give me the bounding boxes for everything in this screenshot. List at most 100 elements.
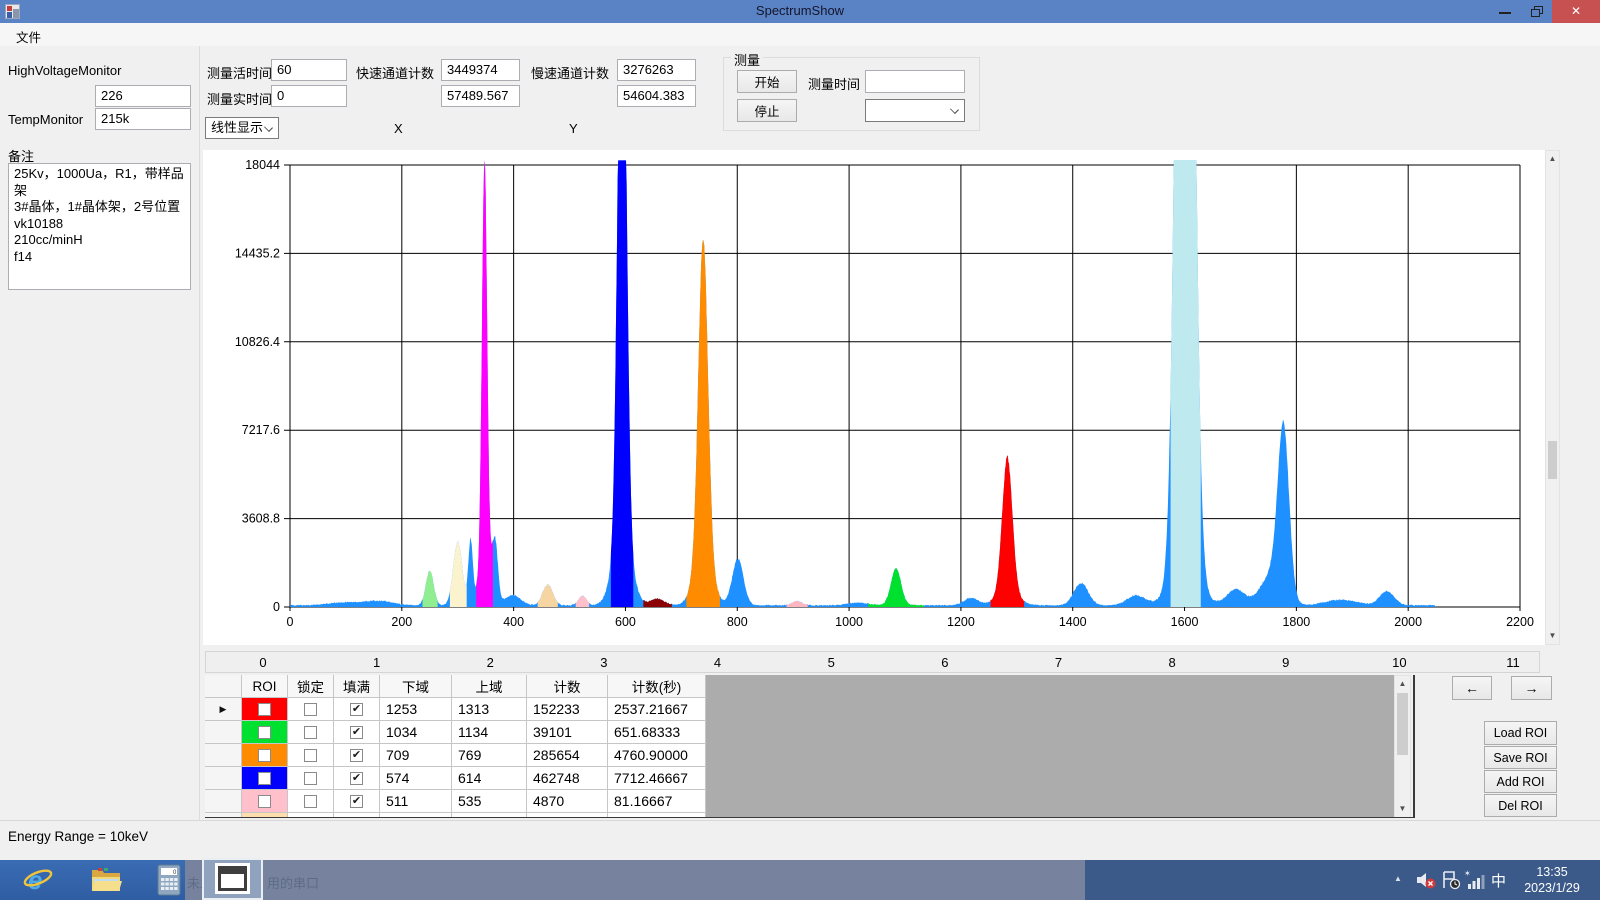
fill-cell[interactable]: ✔ [334,721,380,744]
volume-muted-icon[interactable] [1415,870,1437,890]
scrollbar-thumb[interactable] [1548,441,1557,479]
fill-checkbox[interactable]: ✔ [350,795,363,808]
lock-cell[interactable] [288,698,334,721]
action-center-flag-icon[interactable] [1440,870,1462,890]
upper-cell[interactable]: 769 [452,744,527,767]
roi-color-cell[interactable] [242,698,288,721]
fill-checkbox[interactable]: ✔ [350,749,363,762]
lower-cell[interactable]: 574 [380,767,452,790]
scroll-down-icon[interactable]: ▼ [1395,801,1410,817]
lower-cell[interactable]: 511 [380,790,452,813]
fill-cell[interactable]: ✔ [334,698,380,721]
minimize-button[interactable] [1490,0,1520,23]
live-time-field[interactable]: 60 [271,59,347,81]
lower-cell[interactable]: 709 [380,744,452,767]
upper-cell[interactable]: 1313 [452,698,527,721]
fast-channel-count-field[interactable]: 3449374 [441,59,520,81]
fill-cell[interactable]: ✔ [334,767,380,790]
row-selector[interactable] [205,790,242,813]
roi-color-cell[interactable] [242,767,288,790]
close-button[interactable]: ✕ [1552,0,1600,23]
row-selector[interactable] [205,744,242,767]
fill-cell[interactable]: ✔ [334,790,380,813]
scroll-up-icon[interactable]: ▲ [1395,676,1410,692]
table-row[interactable]: ▶ ✔ 125313131522332537.21667 [205,698,1394,721]
lock-cell[interactable] [288,790,334,813]
counts-cell[interactable]: 39101 [527,721,608,744]
lock-checkbox[interactable] [304,726,317,739]
hv-monitor-field[interactable]: 226 [95,85,191,107]
cps-cell[interactable]: 651.68333 [608,721,706,744]
scrollbar-thumb[interactable] [1397,693,1408,755]
cps-cell[interactable]: 4760.90000 [608,744,706,767]
lock-cell[interactable] [288,767,334,790]
upper-cell[interactable]: 614 [452,767,527,790]
table-row[interactable]: ✔7097692856544760.90000 [205,744,1394,767]
chart-vertical-scrollbar[interactable]: ▲ ▼ [1545,150,1560,645]
col-header-lower[interactable]: 下域 [380,675,452,698]
col-header-upper[interactable]: 上域 [452,675,527,698]
fill-checkbox[interactable]: ✔ [350,772,363,785]
lock-cell[interactable] [288,744,334,767]
network-signal-icon[interactable]: ✶ [1464,869,1486,890]
counts-cell[interactable]: 152233 [527,698,608,721]
roi-table[interactable]: ROI 锁定 填满 下域 上域 计数 计数(秒) ▶ ✔ 1253131315223… [205,675,1394,818]
scroll-up-icon[interactable]: ▲ [1546,151,1559,167]
spectrum-chart-panel[interactable]: 0200400600800100012001400160018002000220… [203,150,1545,645]
lock-cell[interactable] [288,721,334,744]
restore-button[interactable] [1522,0,1552,23]
active-app-taskbar-button[interactable] [202,858,263,900]
temp-monitor-field[interactable]: 215k [95,108,191,130]
roi-checkbox[interactable] [258,726,271,739]
notes-textarea[interactable]: 25Kv，1000Ua，R1，带样品架 3#晶体，1#晶体架，2号位置 vk10… [8,163,191,290]
lower-cell[interactable]: 1034 [380,721,452,744]
row-selector[interactable] [205,767,242,790]
clock[interactable]: 13:35 2023/1/29 [1512,864,1592,896]
fill-checkbox[interactable]: ✔ [350,703,363,716]
roi-checkbox[interactable] [258,795,271,808]
start-button[interactable]: 开始 [737,70,797,93]
table-row[interactable]: ✔ 511535487081.16667 [205,790,1394,813]
scroll-down-icon[interactable]: ▼ [1546,628,1559,644]
ime-indicator[interactable]: 中 [1491,870,1506,891]
stop-button[interactable]: 停止 [737,99,797,122]
fill-cell[interactable]: ✔ [334,744,380,767]
upper-cell[interactable]: 1134 [452,721,527,744]
add-roi-button[interactable]: Add ROI [1484,770,1557,793]
lock-checkbox[interactable] [304,703,317,716]
roi-color-cell[interactable] [242,744,288,767]
lock-checkbox[interactable] [304,772,317,785]
col-header-counts[interactable]: 计数 [527,675,608,698]
counts-cell[interactable]: 4870 [527,790,608,813]
col-header-cps[interactable]: 计数(秒) [608,675,706,698]
table-vertical-scrollbar[interactable]: ▲ ▼ [1394,675,1411,818]
col-header-lock[interactable]: 锁定 [288,675,334,698]
roi-prev-button[interactable]: ← [1452,676,1492,700]
lower-cell[interactable]: 1253 [380,698,452,721]
col-header-roi[interactable]: ROI [242,675,288,698]
cps-cell[interactable]: 2537.21667 [608,698,706,721]
cps-cell[interactable]: 7712.46667 [608,767,706,790]
row-selector[interactable] [205,721,242,744]
roi-color-cell[interactable] [242,721,288,744]
del-roi-button[interactable]: Del ROI [1484,794,1557,817]
measure-mode-select[interactable] [865,99,965,122]
lock-checkbox[interactable] [304,795,317,808]
upper-cell[interactable]: 535 [452,790,527,813]
fill-checkbox[interactable]: ✔ [350,726,363,739]
fast-channel-rate-field[interactable]: 57489.567 [441,85,520,107]
real-time-field[interactable]: 0 [271,85,347,107]
cps-cell[interactable]: 81.16667 [608,790,706,813]
lock-checkbox[interactable] [304,749,317,762]
col-header-fill[interactable]: 填满 [334,675,380,698]
slow-channel-count-field[interactable]: 3276263 [617,59,696,81]
display-mode-select[interactable]: 线性显示 [205,117,279,139]
slow-channel-rate-field[interactable]: 54604.383 [617,85,696,107]
load-roi-button[interactable]: Load ROI [1484,721,1557,745]
show-hidden-icons-button[interactable]: ▲ [1394,874,1402,883]
file-explorer-icon[interactable] [90,866,122,894]
measure-time-field[interactable] [865,70,965,93]
table-row[interactable]: ✔ 1034113439101651.68333 [205,721,1394,744]
counts-cell[interactable]: 462748 [527,767,608,790]
row-selector[interactable]: ▶ [205,698,242,721]
